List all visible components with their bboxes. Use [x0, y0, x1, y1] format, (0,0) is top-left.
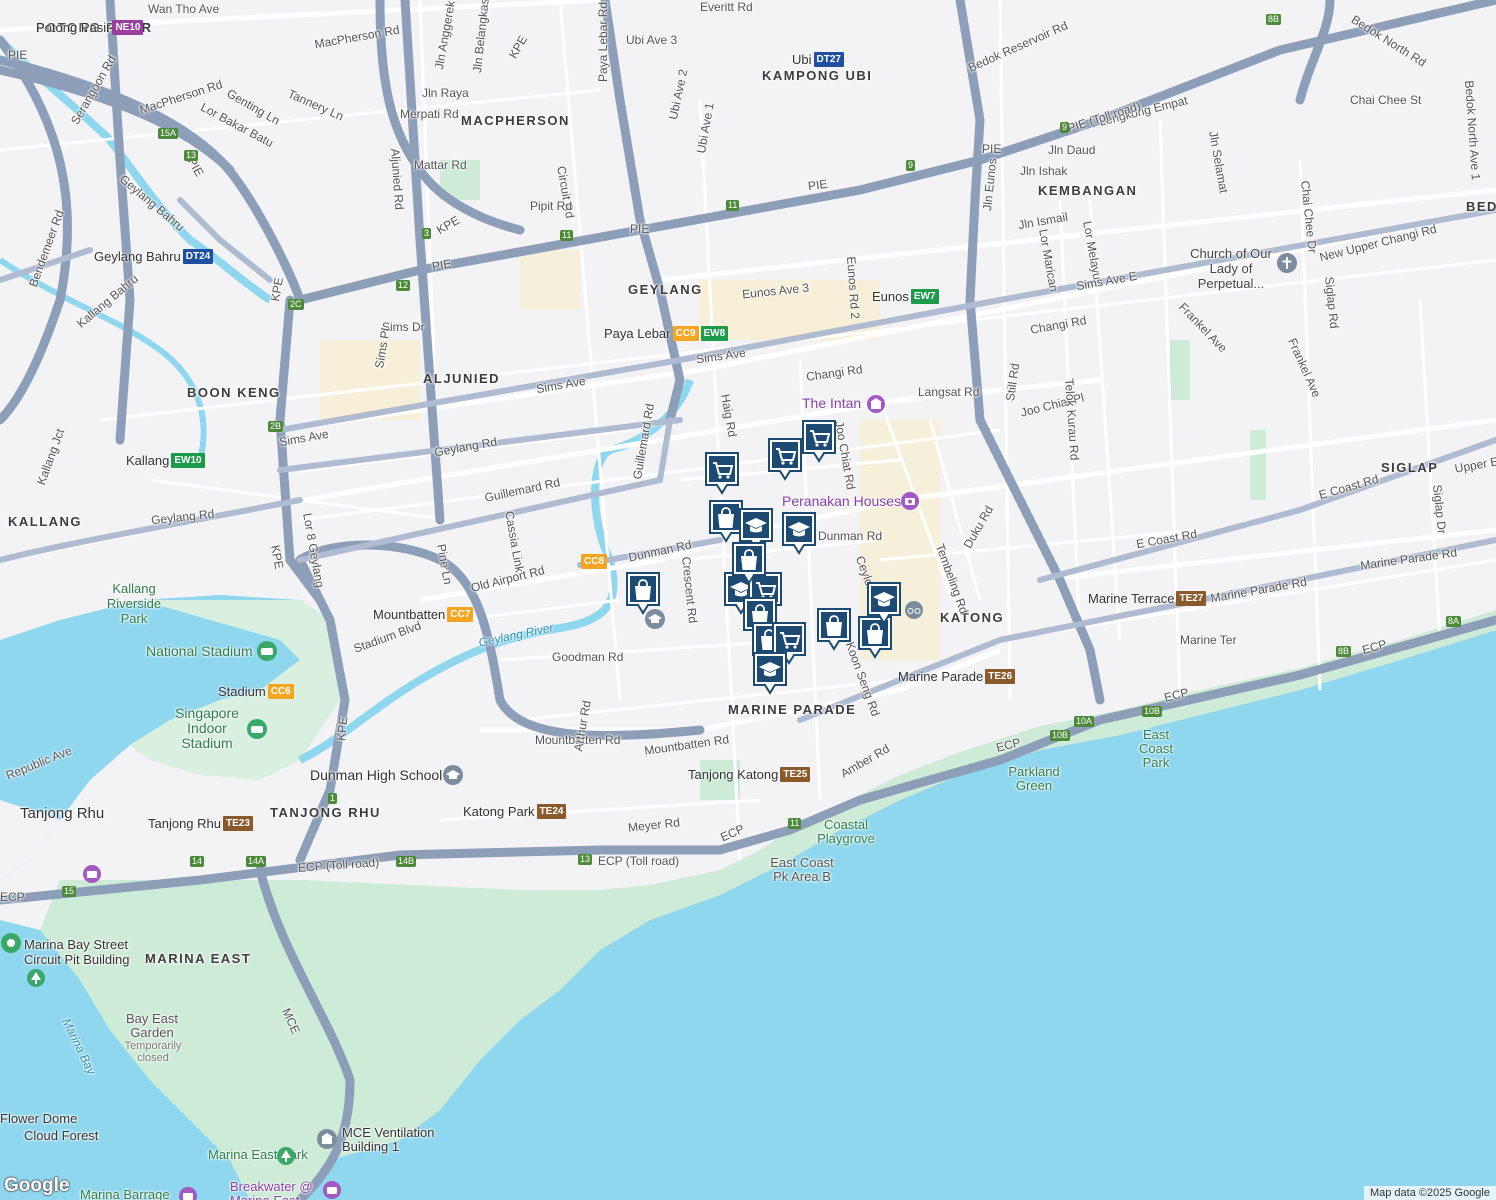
mrt-station-name: Katong Park [463, 804, 535, 819]
stadium-icon[interactable] [256, 640, 278, 662]
bicycle-icon[interactable] [904, 600, 924, 620]
mrt-station-paya-lebar[interactable]: Paya Lebar CC9 EW8 [604, 326, 729, 341]
exit-shield: 2C [288, 299, 304, 310]
exit-shield: 2B [268, 421, 284, 432]
mrt-station-name: Paya Lebar [604, 326, 671, 341]
map-attribution: Map data ©2025 Google [1363, 1186, 1496, 1200]
pin-icon[interactable] [0, 932, 22, 954]
shopping-cart-marker[interactable] [800, 418, 838, 464]
exit-shield: 1 [328, 793, 338, 804]
exit-shield: 10B [1142, 706, 1163, 717]
shopping-bag-marker[interactable] [730, 540, 768, 586]
mrt-code-badge: CC6 [267, 684, 294, 699]
mrt-code-badge: DT27 [813, 52, 844, 67]
mrt-code-badge: DT24 [182, 249, 214, 264]
mrt-station-name: Marine Parade [898, 669, 984, 684]
mrt-station-name: Kallang [126, 453, 170, 468]
mrt-station-marine-terrace[interactable]: Marine Terrace TE27 [1088, 591, 1207, 606]
exit-shield: 10A [1074, 716, 1095, 727]
stadium-icon[interactable] [246, 718, 268, 740]
exit-shield: 9 [906, 160, 916, 171]
mrt-code-badge: TE25 [780, 767, 811, 782]
mrt-code-badge: TE24 [536, 804, 567, 819]
exit-shield: 3 [422, 228, 432, 239]
exit-shield: 14 [190, 856, 205, 867]
exit-shield: 13 [578, 854, 593, 865]
exit-shield: 8B [1336, 646, 1352, 657]
mrt-code-badge: EW10 [171, 453, 205, 468]
map-canvas[interactable]: POTONG PASIR MACPHERSON KAMPONG UBI KEMB… [0, 0, 1496, 1200]
exit-shield: 11 [788, 818, 802, 829]
mrt-station-name: Potong Pasir [36, 20, 111, 35]
mrt-code-badge: TE23 [223, 816, 253, 831]
mrt-code-badge: EW7 [910, 289, 939, 304]
school-icon[interactable] [442, 764, 464, 786]
mrt-station-name: Eunos [872, 289, 909, 304]
school-marker[interactable] [865, 580, 903, 626]
mrt-code-badge: TE27 [1176, 591, 1207, 606]
mrt-station-name: Ubi [792, 52, 812, 67]
exit-shield: 8A [1446, 616, 1462, 627]
shopping-bag-marker[interactable] [624, 570, 662, 616]
shopping-cart-marker[interactable] [766, 436, 804, 482]
tree-icon[interactable] [26, 968, 46, 988]
mrt-station-stadium[interactable]: Stadium CC6 [218, 684, 294, 699]
google-logo: Google [4, 1175, 70, 1196]
shopping-cart-marker[interactable] [703, 450, 741, 496]
exit-shield: 10B [1050, 730, 1071, 741]
mrt-station-name: Stadium [218, 684, 266, 699]
museum-icon[interactable] [866, 394, 886, 414]
tree-icon[interactable] [276, 1146, 296, 1166]
exit-shield: 15A [158, 128, 179, 139]
mrt-station-geylang-bahru[interactable]: Geylang Bahru DT24 [94, 249, 214, 264]
building-icon[interactable] [316, 1128, 338, 1150]
mrt-station-kallang[interactable]: Kallang EW10 [126, 453, 205, 468]
school-marker[interactable] [780, 510, 818, 556]
exit-shield: 15 [62, 886, 77, 897]
mrt-station-marine-parade[interactable]: Marine Parade TE26 [898, 669, 1016, 684]
exit-shield: 9 [1060, 122, 1070, 133]
school-marker[interactable] [751, 650, 789, 696]
camera-icon[interactable] [82, 864, 102, 884]
mrt-code-badge: CC7 [447, 607, 474, 622]
mrt-station-mountbatten[interactable]: Mountbatten CC7 [373, 607, 474, 622]
camera-icon[interactable] [900, 491, 920, 511]
exit-shield: 11 [726, 200, 740, 211]
mrt-station-name: Marine Terrace [1088, 591, 1175, 606]
exit-shield: 8B [1266, 14, 1282, 25]
mrt-station-eunos[interactable]: Eunos EW7 [872, 289, 939, 304]
mrt-code-badge: EW8 [700, 326, 729, 341]
mrt-station-name: Mountbatten [373, 607, 446, 622]
mrt-station-name: Tanjong Rhu [148, 816, 221, 831]
mrt-station-dakota[interactable]: CC8 [581, 554, 608, 569]
mrt-code-badge: CC9 [672, 326, 699, 341]
mrt-station-ubi[interactable]: Ubi DT27 [792, 52, 844, 67]
camera-icon[interactable] [322, 1180, 342, 1200]
shopping-bag-marker[interactable] [815, 606, 853, 652]
church-icon[interactable] [1276, 252, 1298, 274]
mrt-station-tanjong-katong[interactable]: Tanjong Katong TE25 [688, 767, 811, 782]
mrt-code-badge: TE26 [985, 669, 1016, 684]
mrt-station-potong-pasir[interactable]: Potong Pasir NE10 [36, 20, 144, 35]
mrt-station-tanjong-rhu[interactable]: Tanjong Rhu TE23 [148, 816, 253, 831]
mrt-code-badge: CC8 [581, 554, 608, 569]
exit-shield: 13 [184, 150, 199, 161]
camera-icon[interactable] [178, 1186, 198, 1200]
exit-shield: 14A [246, 856, 267, 867]
exit-shield: 14B [396, 856, 417, 867]
mrt-code-badge: NE10 [112, 20, 144, 35]
exit-shield: 11 [560, 230, 574, 241]
mrt-station-katong-park[interactable]: Katong Park TE24 [463, 804, 567, 819]
exit-shield: 12 [396, 280, 411, 291]
mrt-station-name: Geylang Bahru [94, 249, 181, 264]
mrt-station-name: Tanjong Katong [688, 767, 779, 782]
